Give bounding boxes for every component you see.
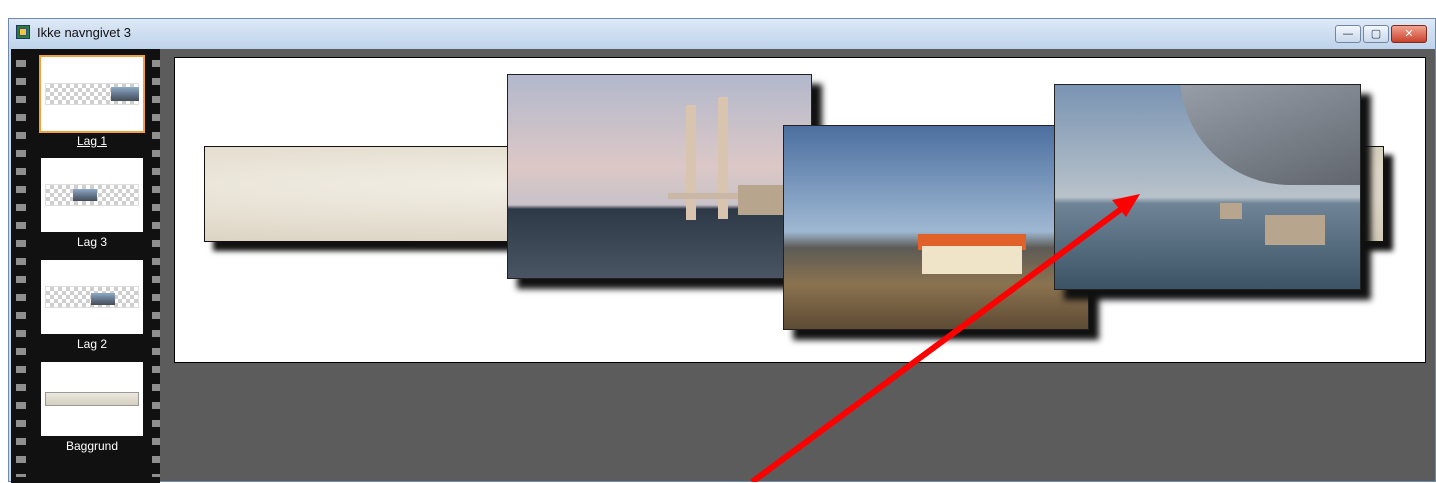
bridge-pier xyxy=(1265,215,1325,245)
title-bar[interactable]: Ikke navngivet 3 — ▢ ✕ xyxy=(9,19,1435,49)
bridge-tower xyxy=(718,97,728,219)
bridge-underside xyxy=(1180,85,1360,185)
layer-image-preview xyxy=(91,293,115,305)
layer-label: Baggrund xyxy=(65,439,119,453)
layer-thumbnail xyxy=(41,158,143,232)
layer-thumbnail xyxy=(41,362,143,436)
workspace[interactable] xyxy=(160,49,1435,481)
layer-thumbnail xyxy=(39,55,145,133)
layer-item-lag-1[interactable]: Lag 1 xyxy=(38,54,146,154)
bridge-pier xyxy=(1220,203,1242,219)
layer-thumbnail xyxy=(41,260,143,334)
window-title: Ikke navngivet 3 xyxy=(37,25,131,40)
document-window: Ikke navngivet 3 — ▢ ✕ Lag 1 Lag 3 Lag 2… xyxy=(8,18,1436,483)
coast-photo-layer[interactable] xyxy=(783,125,1089,330)
layer-image-preview xyxy=(73,189,97,201)
layer-item-lag-2[interactable]: Lag 2 xyxy=(38,257,146,357)
layer-item-baggrund[interactable]: Baggrund xyxy=(38,359,146,459)
layer-label: Lag 2 xyxy=(76,337,108,351)
bridge-photo-layer[interactable] xyxy=(507,74,812,279)
house xyxy=(922,246,1022,274)
document-icon xyxy=(16,25,30,39)
layer-item-lag-3[interactable]: Lag 3 xyxy=(38,155,146,255)
close-button[interactable]: ✕ xyxy=(1391,25,1427,43)
layer-image-preview xyxy=(45,392,139,406)
image-canvas[interactable] xyxy=(174,57,1426,363)
bridge-tower xyxy=(686,105,696,220)
maximize-button[interactable]: ▢ xyxy=(1363,25,1389,43)
minimize-button[interactable]: — xyxy=(1335,25,1361,43)
layer-label: Lag 1 xyxy=(76,134,108,148)
film-perforation-left xyxy=(16,55,26,477)
layers-panel: Lag 1 Lag 3 Lag 2 Baggrund xyxy=(11,49,162,483)
layer-label: Lag 3 xyxy=(76,235,108,249)
under-bridge-photo-layer[interactable] xyxy=(1054,84,1361,290)
layer-image-preview xyxy=(111,87,139,101)
